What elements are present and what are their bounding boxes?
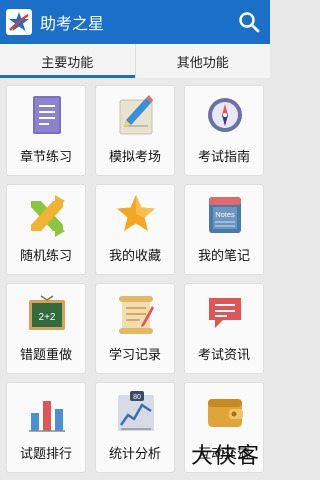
feature-tile-random-practice[interactable]: 随机练习 — [6, 184, 86, 275]
title-bar: 助考之星 — [0, 0, 270, 44]
redo-errors-icon: 2+2 — [29, 295, 65, 330]
tab-main-functions[interactable]: 主要功能 — [0, 44, 135, 78]
tab-other-functions[interactable]: 其他功能 — [134, 44, 271, 78]
notes-icon-text: Notes — [215, 210, 235, 219]
statistics-icon-text: 80 — [133, 394, 141, 401]
feature-tile-mock-exam[interactable]: 模拟考场 — [95, 85, 175, 176]
mock-exam-icon — [119, 95, 153, 135]
exam-news-icon — [209, 298, 241, 328]
feature-label: 统计分析 — [108, 447, 161, 462]
feature-label: 随机练习 — [19, 249, 72, 264]
feature-tile-exam-guide[interactable]: 考试指南 — [184, 85, 264, 176]
app-logo-icon — [6, 9, 32, 35]
feature-label: 考试指南 — [197, 150, 250, 165]
feature-tile-favorites[interactable]: 我的收藏 — [95, 184, 175, 275]
feature-tile-chapter-practice[interactable]: 章节练习 — [6, 85, 86, 176]
app-title: 助考之星 — [40, 14, 105, 33]
random-practice-icon — [31, 195, 65, 237]
feature-tile-exam-news[interactable]: 考试资讯 — [184, 283, 264, 374]
feature-label: 考试资讯 — [197, 348, 250, 363]
feature-label: 错题重做 — [19, 348, 72, 363]
exam-guide-icon — [208, 98, 242, 132]
feature-label: 试题排行 — [19, 447, 72, 462]
feature-tile-statistics[interactable]: 80 统计分析 — [95, 382, 175, 473]
tab-bar: 主要功能 其他功能 — [0, 44, 270, 78]
feature-label: 学习记录 — [108, 348, 161, 363]
statistics-icon: 80 — [118, 391, 154, 431]
feature-label: 我的收藏 — [108, 249, 161, 264]
feature-tile-redo-errors[interactable]: 2+2 错题重做 — [6, 283, 86, 374]
feature-tile-question-ranking[interactable]: 试题排行 — [6, 382, 86, 473]
feature-grid: 章节练习 模拟考场 考试指南 随机练习 我的收藏 Notes 我的笔记 2+2 … — [6, 85, 264, 473]
search-button[interactable] — [234, 7, 264, 37]
notes-icon: Notes — [209, 197, 241, 233]
feature-tile-notes[interactable]: Notes 我的笔记 — [184, 184, 264, 275]
watermark: 大侠客 — [190, 444, 260, 469]
feature-label: 我的笔记 — [197, 249, 250, 264]
study-record-icon — [119, 296, 154, 334]
question-ranking-icon — [29, 401, 65, 432]
feature-tile-study-record[interactable]: 学习记录 — [95, 283, 175, 374]
search-icon — [239, 12, 260, 33]
chapter-practice-icon — [33, 96, 61, 134]
redo-errors-icon-text: 2+2 — [39, 312, 56, 323]
wallet-icon — [208, 399, 243, 427]
feature-label: 章节练习 — [19, 150, 72, 165]
feature-label: 模拟考场 — [108, 150, 161, 165]
favorites-icon — [117, 195, 155, 231]
